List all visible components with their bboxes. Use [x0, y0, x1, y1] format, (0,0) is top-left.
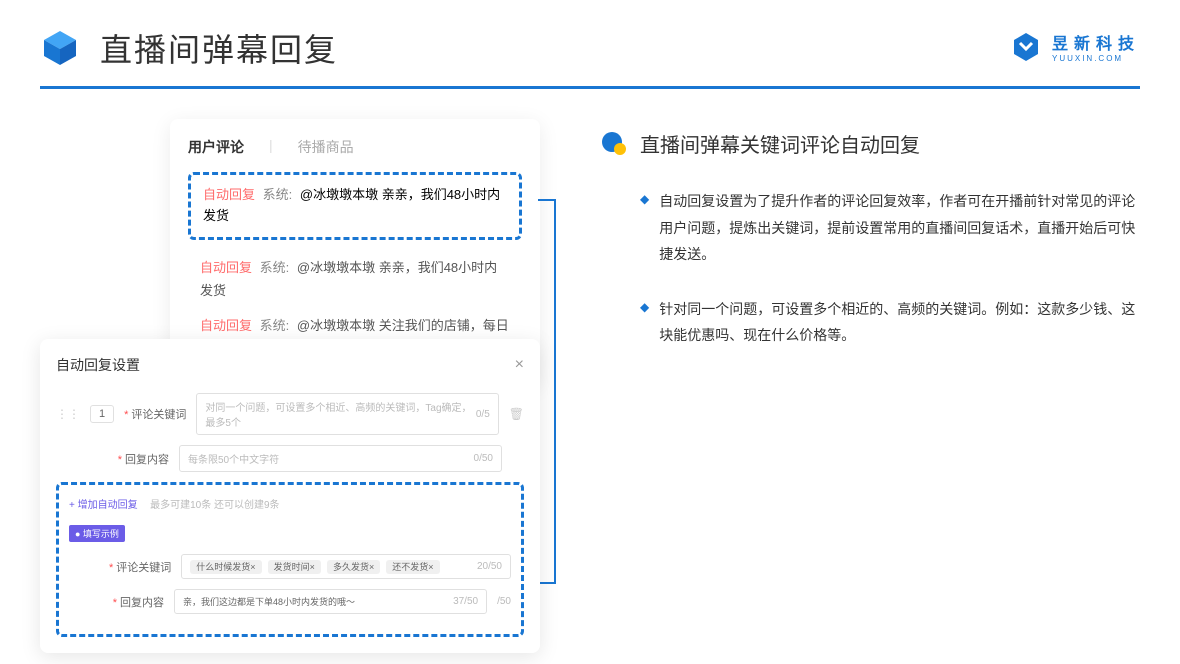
close-icon[interactable]: × [515, 356, 524, 374]
page-title: 直播间弹幕回复 [100, 25, 338, 71]
connector-line [538, 199, 556, 584]
brand-name: 昱新科技 [1052, 30, 1140, 54]
auto-reply-tag: 自动回复 [203, 187, 255, 202]
keyword-input[interactable]: 对同一个问题，可设置多个相近、高频的关键词，Tag确定，最多5个 0/5 [196, 393, 498, 435]
keyword-label: *评论关键词 [124, 406, 186, 422]
cube-icon [40, 28, 80, 68]
index-badge: 1 [90, 405, 114, 423]
example-keyword-input[interactable]: 什么时候发货× 发货时间× 多久发货× 还不发货× 20/50 [181, 554, 511, 579]
brand-icon [1010, 31, 1042, 63]
highlighted-comment: 自动回复 系统: @冰墩墩本墩 亲亲，我们48小时内发货 [188, 172, 522, 240]
example-badge: ● 填写示例 [69, 525, 125, 542]
settings-modal: 自动回复设置 × ⋮⋮ 1 *评论关键词 对同一个问题，可设置多个相近、高频的关… [40, 339, 540, 653]
delete-icon[interactable]: 🗑 [509, 407, 524, 421]
comment-row: 自动回复 系统: @冰墩墩本墩 亲亲，我们48小时内发货 [188, 250, 522, 309]
diamond-icon: ◆ [640, 300, 649, 349]
section-title: 直播间弹幕关键词评论自动回复 [640, 129, 920, 158]
diamond-icon: ◆ [640, 192, 649, 268]
tab-products[interactable]: 待播商品 [298, 137, 354, 157]
drag-icon[interactable]: ⋮⋮ [56, 407, 80, 421]
tab-comments[interactable]: 用户评论 [188, 137, 244, 157]
tab-separator: | [269, 137, 273, 157]
keyword-tag[interactable]: 还不发货× [386, 560, 439, 574]
chat-icon [600, 130, 628, 158]
content-input[interactable]: 每条限50个中文字符 0/50 [179, 445, 502, 472]
example-section: + 增加自动回复 最多可建10条 还可以创建9条 ● 填写示例 *评论关键词 什… [56, 482, 524, 637]
keyword-tag[interactable]: 发货时间× [268, 560, 321, 574]
limit-hint: 最多可建10条 还可以创建9条 [150, 500, 279, 511]
system-label: 系统: [263, 187, 293, 202]
bullet-point: ◆ 针对同一个问题，可设置多个相近的、高频的关键词。例如：这款多少钱、这块能优惠… [600, 296, 1140, 349]
brand-url: YUUXIN.COM [1052, 54, 1140, 63]
modal-title: 自动回复设置 [56, 355, 140, 375]
keyword-tag[interactable]: 多久发货× [327, 560, 380, 574]
example-content-input[interactable]: 亲，我们这边都是下单48小时内发货的哦～ 37/50 [174, 589, 487, 614]
keyword-tag[interactable]: 什么时候发货× [190, 560, 261, 574]
add-reply-link[interactable]: + 增加自动回复 [69, 500, 138, 511]
content-label: *回复内容 [114, 451, 169, 467]
bullet-point: ◆ 自动回复设置为了提升作者的评论回复效率，作者可在开播前针对常见的评论用户问题… [600, 188, 1140, 268]
brand-logo-area: 昱新科技 YUUXIN.COM [1010, 30, 1140, 63]
